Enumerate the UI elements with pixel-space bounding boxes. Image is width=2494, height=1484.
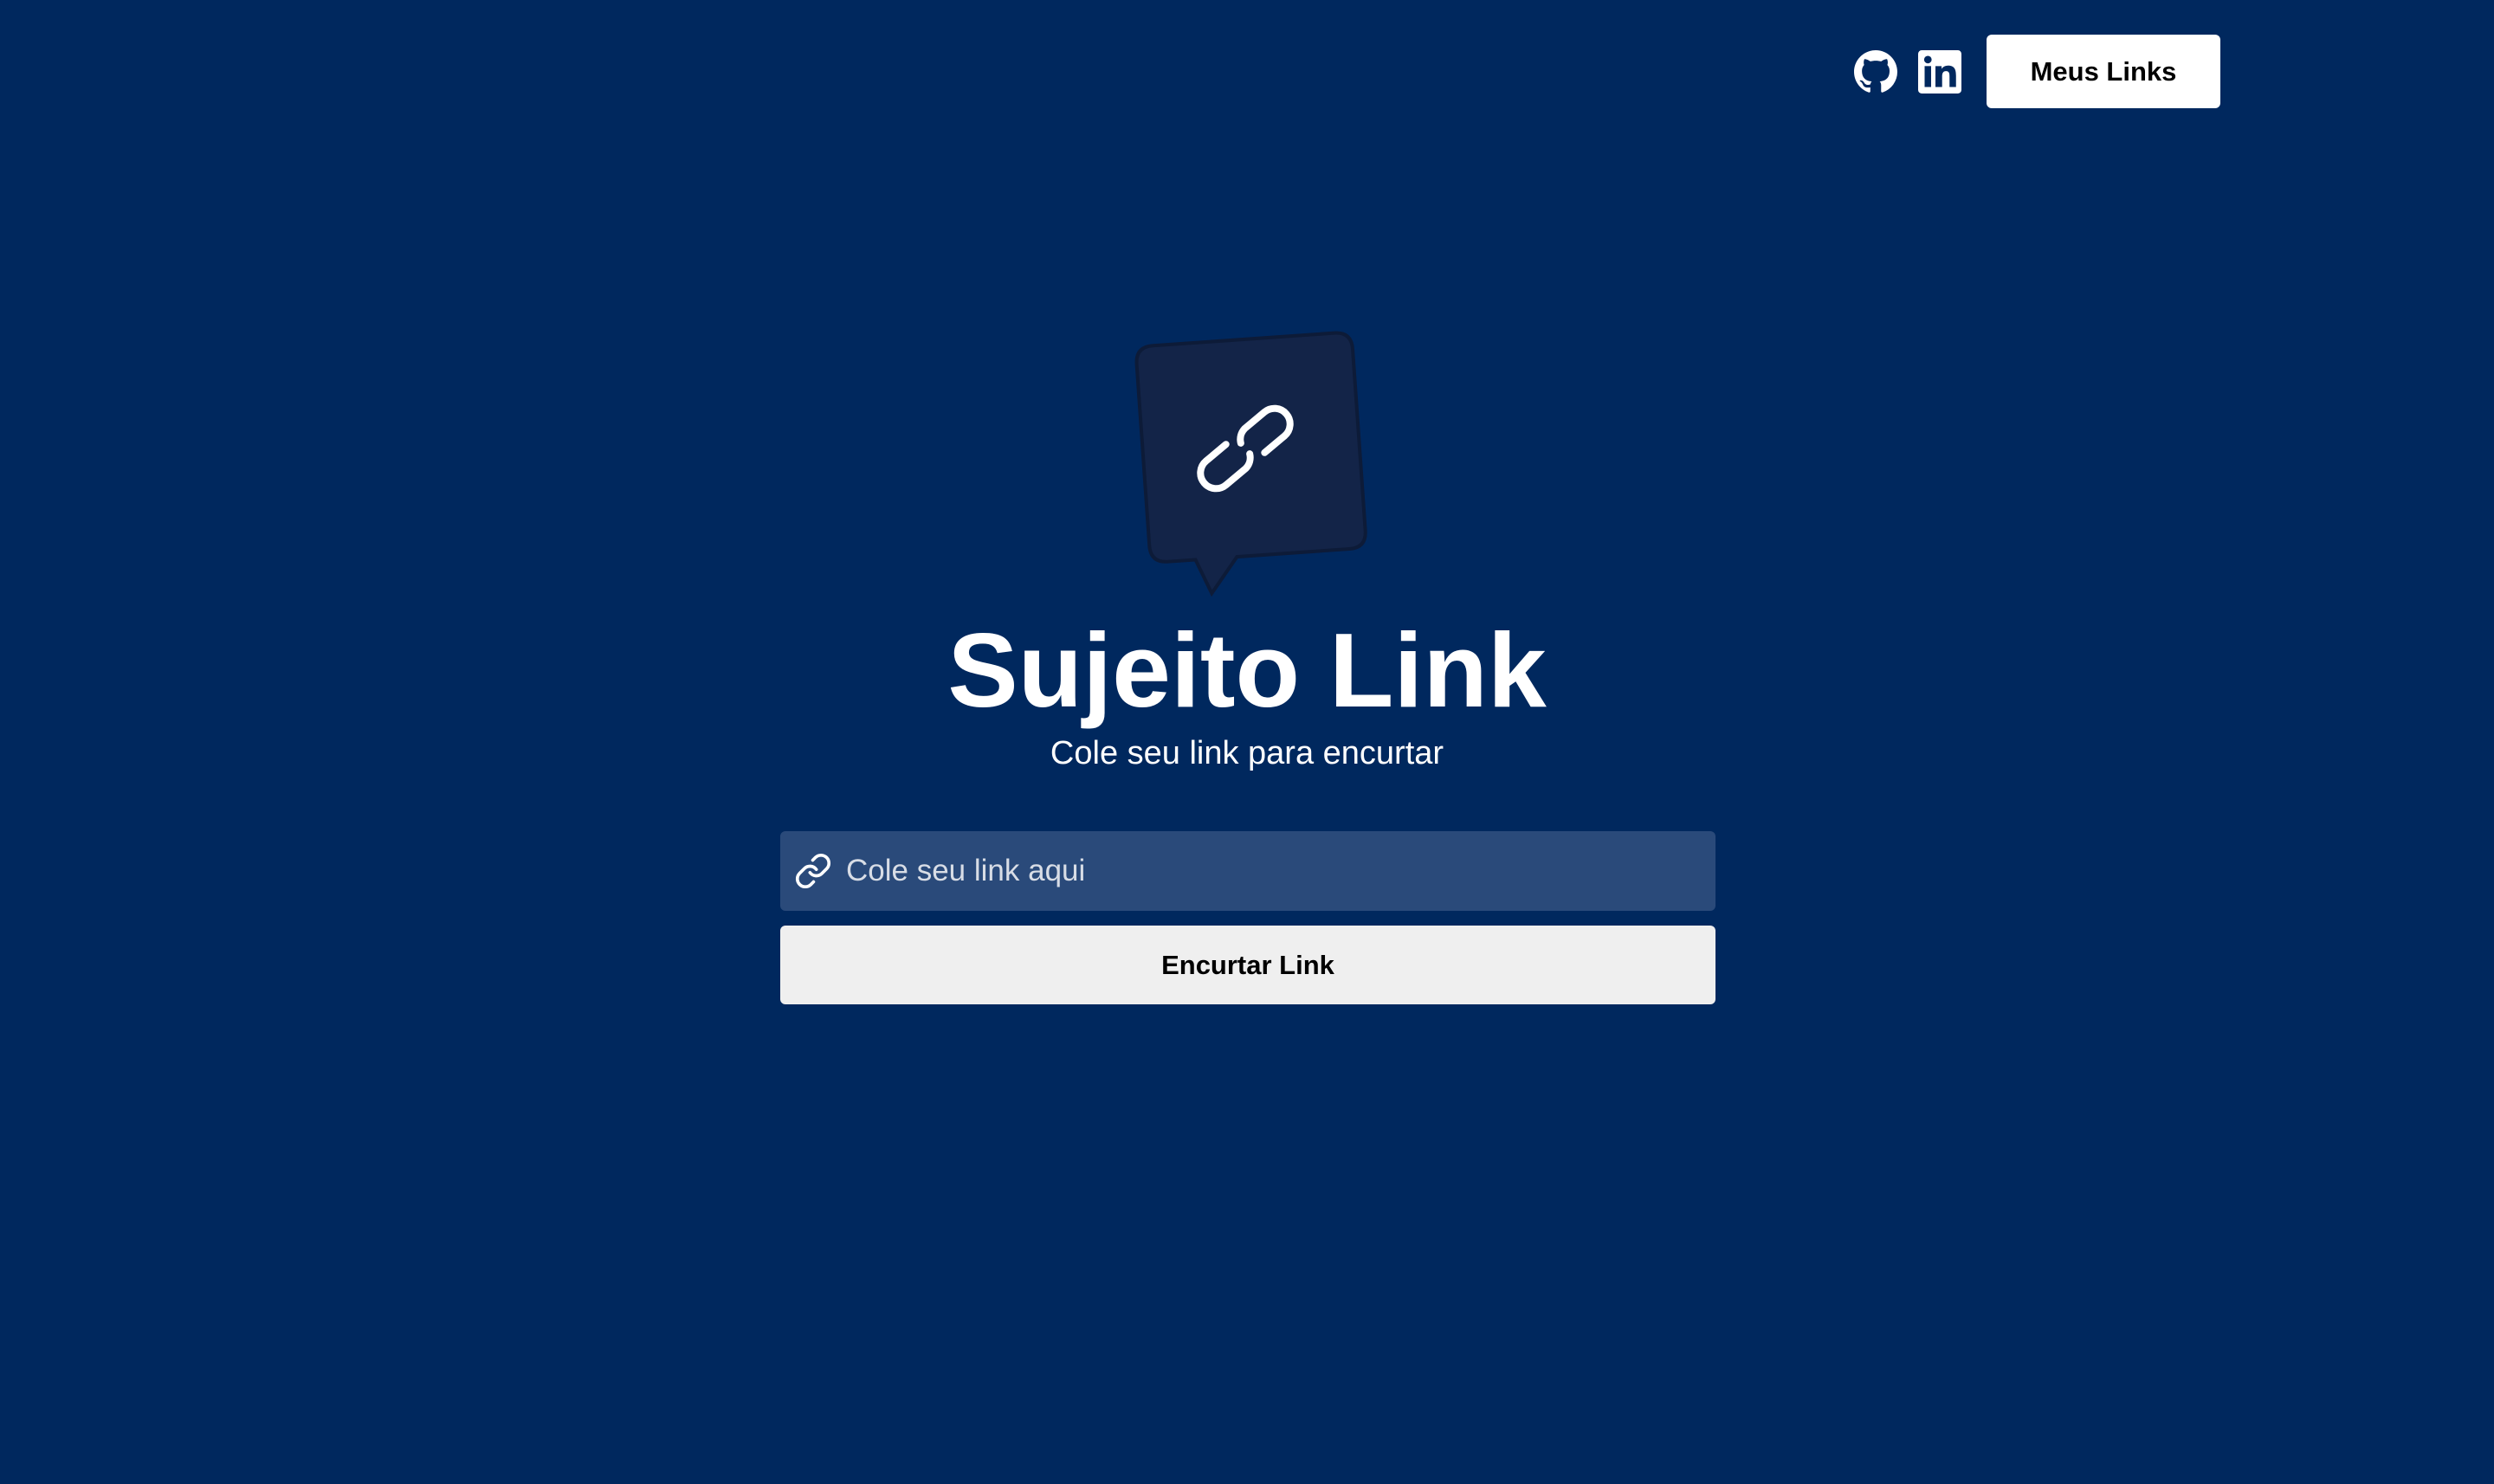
page: Meus Links Sujeito Link Cole seu link pa…	[0, 0, 2494, 1484]
linkedin-link[interactable]	[1917, 49, 1962, 94]
link-input[interactable]	[846, 831, 1715, 911]
page-title: Sujeito Link	[947, 611, 1547, 729]
shorten-link-button[interactable]: Encurtar Link	[780, 926, 1715, 1004]
page-subtitle: Cole seu link para encurtar	[1050, 735, 1444, 771]
linkedin-icon	[1918, 49, 1961, 94]
github-icon	[1854, 49, 1897, 94]
link-icon	[792, 850, 834, 892]
chain-link-speech-bubble-icon	[1134, 331, 1367, 597]
top-navigation: Meus Links	[1853, 35, 2220, 108]
logo	[1108, 331, 1386, 608]
my-links-button[interactable]: Meus Links	[1987, 35, 2220, 108]
github-link[interactable]	[1853, 49, 1898, 94]
link-input-container	[780, 831, 1715, 911]
